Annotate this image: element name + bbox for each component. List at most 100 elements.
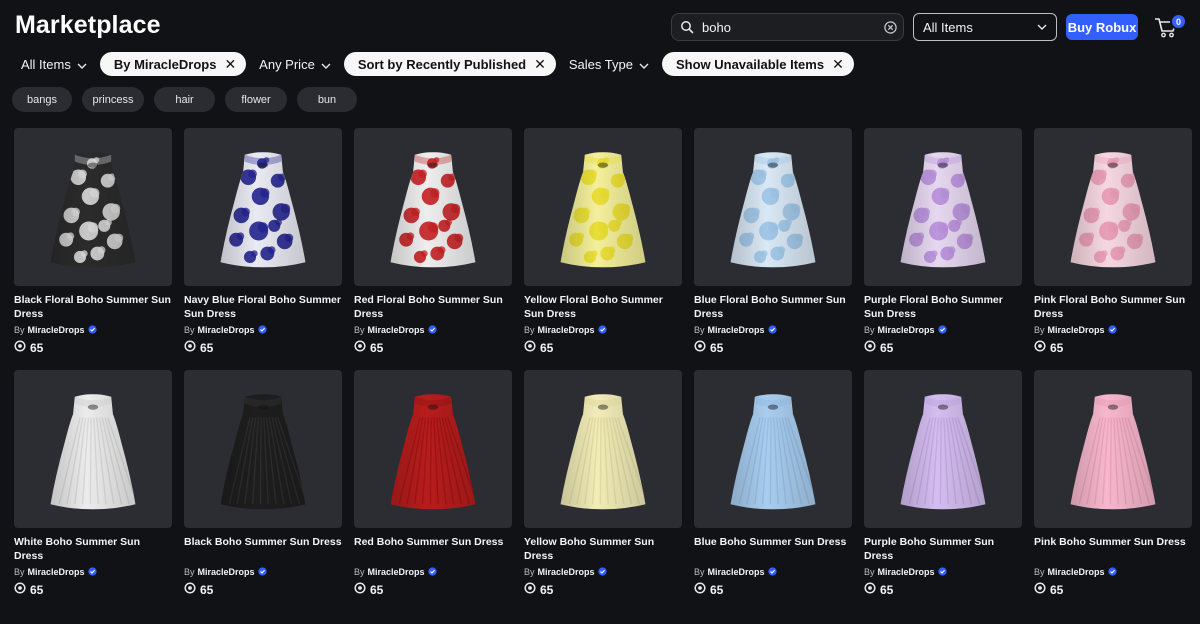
close-icon[interactable]: ✕ (534, 57, 546, 71)
tag-chip-bun[interactable]: bun (297, 87, 357, 112)
item-card[interactable]: Purple Boho Summer Sun Dress By MiracleDro… (864, 370, 1022, 612)
item-card[interactable]: Blue Boho Summer Sun Dress By MiracleDrops… (694, 370, 852, 612)
item-card[interactable]: Red Boho Summer Sun Dress By MiracleDrops 6… (354, 370, 512, 612)
tag-chip-bangs[interactable]: bangs (12, 87, 72, 112)
search-input[interactable]: boho (702, 20, 877, 35)
filter-pill-by-miracledrops[interactable]: By MiracleDrops ✕ (99, 52, 247, 76)
item-thumbnail[interactable] (1034, 128, 1192, 286)
item-thumbnail[interactable] (14, 370, 172, 528)
creator-name-link[interactable]: MiracleDrops (538, 567, 595, 577)
dress-image (708, 130, 838, 285)
item-card[interactable]: Yellow Floral Boho Summer Sun Dress By Mir… (524, 128, 682, 370)
creator-name-link[interactable]: MiracleDrops (28, 325, 85, 335)
item-thumbnail[interactable] (864, 128, 1022, 286)
tag-chip-hair[interactable]: hair (154, 87, 215, 112)
robux-icon (1034, 340, 1046, 355)
item-card[interactable]: Pink Floral Boho Summer Sun Dress By Mirac… (1034, 128, 1192, 370)
item-thumbnail[interactable] (354, 370, 512, 528)
price-value: 65 (710, 582, 724, 597)
creator-name-link[interactable]: MiracleDrops (198, 567, 255, 577)
item-card[interactable]: Pink Boho Summer Sun Dress By MiracleDrops… (1034, 370, 1192, 612)
item-name[interactable]: Blue Floral Boho Summer Sun Dress (694, 293, 852, 321)
item-price: 65 (864, 582, 1022, 597)
item-card[interactable]: Navy Blue Floral Boho Summer Sun Dress By… (184, 128, 342, 370)
item-card[interactable]: White Boho Summer Sun Dress By MiracleDrop… (14, 370, 172, 612)
clear-search-icon[interactable] (877, 20, 903, 34)
item-thumbnail[interactable] (184, 128, 342, 286)
filter-dropdown-all-items[interactable]: All Items (12, 52, 96, 76)
chevron-down-icon (77, 57, 87, 72)
item-name[interactable]: Blue Boho Summer Sun Dress (694, 535, 852, 563)
item-creator: By MiracleDrops (694, 323, 852, 337)
creator-name-link[interactable]: MiracleDrops (28, 567, 85, 577)
item-card[interactable]: Yellow Boho Summer Sun Dress By MiracleDro… (524, 370, 682, 612)
verified-badge-icon (1107, 324, 1117, 336)
verified-badge-icon (597, 324, 607, 336)
item-thumbnail[interactable] (864, 370, 1022, 528)
item-thumbnail[interactable] (1034, 370, 1192, 528)
category-select-value: All Items (923, 19, 973, 35)
category-select[interactable]: All Items (913, 13, 1057, 41)
filter-pill-sort-by-recently-published[interactable]: Sort by Recently Published ✕ (343, 52, 556, 76)
filter-label: All Items (21, 56, 71, 72)
item-thumbnail[interactable] (524, 370, 682, 528)
verified-badge-icon (937, 566, 947, 578)
verified-badge-icon (427, 566, 437, 578)
item-name[interactable]: Pink Boho Summer Sun Dress (1034, 535, 1192, 563)
creator-name-link[interactable]: MiracleDrops (368, 567, 425, 577)
creator-prefix: By (864, 567, 875, 577)
close-icon[interactable]: ✕ (224, 57, 236, 71)
creator-name-link[interactable]: MiracleDrops (198, 325, 255, 335)
item-card[interactable]: Purple Floral Boho Summer Sun Dress By Mir… (864, 128, 1022, 370)
robux-icon (184, 582, 196, 597)
item-card[interactable]: Red Floral Boho Summer Sun Dress By Miracl… (354, 128, 512, 370)
creator-name-link[interactable]: MiracleDrops (708, 325, 765, 335)
item-card[interactable]: Blue Floral Boho Summer Sun Dress By Mirac… (694, 128, 852, 370)
creator-name-link[interactable]: MiracleDrops (878, 567, 935, 577)
creator-name-link[interactable]: MiracleDrops (1048, 325, 1105, 335)
item-thumbnail[interactable] (354, 128, 512, 286)
robux-icon (354, 582, 366, 597)
creator-name-link[interactable]: MiracleDrops (1048, 567, 1105, 577)
item-name[interactable]: Black Boho Summer Sun Dress (184, 535, 342, 563)
item-thumbnail[interactable] (184, 370, 342, 528)
item-price: 65 (524, 582, 682, 597)
filter-pill-label: By MiracleDrops (113, 56, 217, 72)
price-value: 65 (200, 582, 214, 597)
filter-dropdown-sales-type[interactable]: Sales Type (560, 52, 658, 76)
price-value: 65 (1050, 582, 1064, 597)
item-card[interactable]: Black Floral Boho Summer Sun Dress By Mira… (14, 128, 172, 370)
buy-robux-button[interactable]: Buy Robux (1066, 14, 1138, 40)
item-thumbnail[interactable] (694, 128, 852, 286)
item-card[interactable]: Black Boho Summer Sun Dress By MiracleDrop… (184, 370, 342, 612)
item-thumbnail[interactable] (694, 370, 852, 528)
creator-name-link[interactable]: MiracleDrops (878, 325, 935, 335)
creator-prefix: By (1034, 567, 1045, 577)
item-thumbnail[interactable] (14, 128, 172, 286)
creator-prefix: By (184, 567, 195, 577)
item-name[interactable]: Purple Floral Boho Summer Sun Dress (864, 293, 1022, 321)
item-name[interactable]: Yellow Boho Summer Sun Dress (524, 535, 682, 563)
item-name[interactable]: Yellow Floral Boho Summer Sun Dress (524, 293, 682, 321)
creator-name-link[interactable]: MiracleDrops (708, 567, 765, 577)
item-name[interactable]: Navy Blue Floral Boho Summer Sun Dress (184, 293, 342, 321)
tag-chip-princess[interactable]: princess (82, 87, 144, 112)
item-name[interactable]: Black Floral Boho Summer Sun Dress (14, 293, 172, 321)
chevron-down-icon (321, 57, 331, 72)
item-name[interactable]: Purple Boho Summer Sun Dress (864, 535, 1022, 563)
creator-name-link[interactable]: MiracleDrops (368, 325, 425, 335)
item-name[interactable]: Red Boho Summer Sun Dress (354, 535, 512, 563)
item-name[interactable]: Pink Floral Boho Summer Sun Dress (1034, 293, 1192, 321)
close-icon[interactable]: ✕ (832, 57, 844, 71)
dress-image (198, 372, 328, 527)
item-name[interactable]: White Boho Summer Sun Dress (14, 535, 172, 563)
filter-pill-show-unavailable-items[interactable]: Show Unavailable Items ✕ (661, 52, 854, 76)
robux-icon (184, 340, 196, 355)
tag-chip-flower[interactable]: flower (225, 87, 287, 112)
item-thumbnail[interactable] (524, 128, 682, 286)
creator-name-link[interactable]: MiracleDrops (538, 325, 595, 335)
search-box[interactable]: boho (671, 13, 904, 41)
verified-badge-icon (257, 566, 267, 578)
item-name[interactable]: Red Floral Boho Summer Sun Dress (354, 293, 512, 321)
filter-dropdown-any-price[interactable]: Any Price (250, 52, 340, 76)
